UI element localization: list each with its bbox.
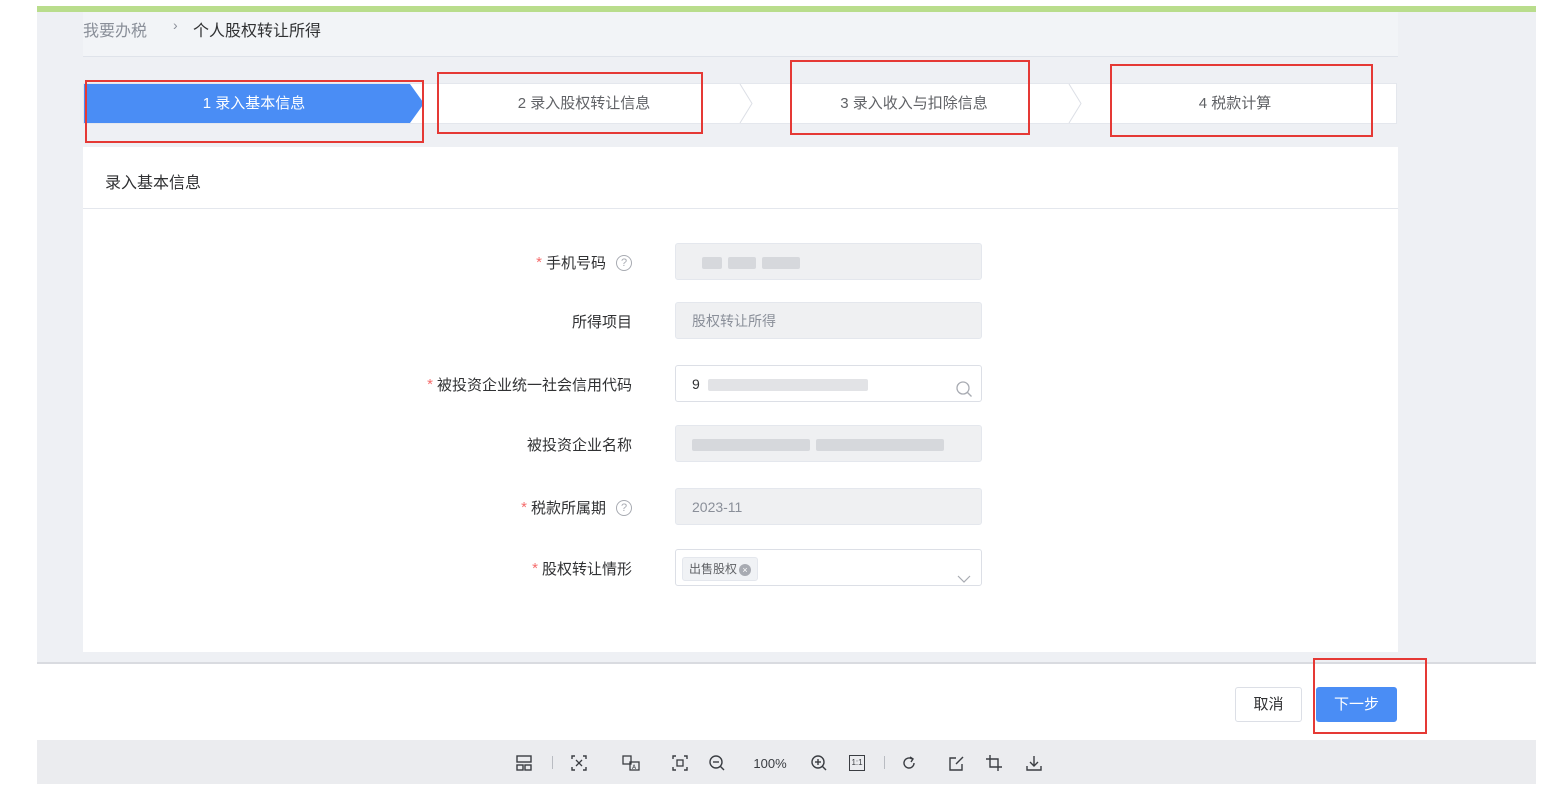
masked-value xyxy=(702,257,722,270)
masked-value xyxy=(728,257,756,270)
tax-period-label: * 税款所属期 ? xyxy=(521,497,632,518)
selected-tag: 出售股权 × xyxy=(682,557,759,581)
image-viewer-toolbar: A 100% 1:1 xyxy=(37,740,1536,784)
actual-size-icon[interactable]: 1:1 xyxy=(847,753,867,773)
required-mark: * xyxy=(532,560,538,577)
selected-tag-label: 出售股权 xyxy=(689,562,738,576)
income-item-label: 所得项目 xyxy=(572,311,632,332)
form-row-income-item: 所得项目 股权转让所得 xyxy=(83,302,1398,339)
masked-value xyxy=(762,257,800,270)
card-divider xyxy=(83,208,1398,209)
rotate-icon[interactable] xyxy=(899,753,919,773)
tax-period-label-text: 税款所属期 xyxy=(530,500,606,517)
text-extract-icon[interactable] xyxy=(569,753,589,773)
layout-icon[interactable] xyxy=(514,753,534,773)
toolbar-separator xyxy=(884,756,885,769)
translate-icon[interactable]: A xyxy=(621,753,641,773)
income-item-label-text: 所得项目 xyxy=(571,314,632,331)
step-2-equity-transfer-info[interactable]: 2 录入股权转让信息 xyxy=(424,84,744,123)
form-row-transfer-type: * 股权转让情形 出售股权 × xyxy=(83,549,1398,586)
company-name-field xyxy=(675,425,982,462)
credit-code-label: * 被投资企业统一社会信用代码 xyxy=(427,374,632,395)
fit-screen-icon[interactable] xyxy=(670,753,690,773)
zoom-level: 100% xyxy=(753,755,787,771)
edit-icon[interactable] xyxy=(947,753,967,773)
masked-value xyxy=(707,379,868,392)
required-mark: * xyxy=(427,376,433,393)
masked-value xyxy=(816,439,944,452)
tax-period-field: 2023-11 xyxy=(675,488,982,525)
transfer-type-label: * 股权转让情形 xyxy=(532,558,632,579)
phone-label-text: 手机号码 xyxy=(545,255,606,272)
cancel-button[interactable]: 取消 xyxy=(1235,687,1302,722)
tag-close-icon[interactable]: × xyxy=(739,563,752,576)
income-item-field: 股权转让所得 xyxy=(675,302,982,339)
help-icon[interactable]: ? xyxy=(616,254,632,271)
company-name-label-text: 被投资企业名称 xyxy=(526,437,632,454)
toolbar-separator xyxy=(552,756,553,769)
step-progress-bar: 1 录入基本信息 2 录入股权转让信息 3 录入收入与扣除信息 4 税款计算 xyxy=(83,83,1397,124)
step-3-income-deduction-info[interactable]: 3 录入收入与扣除信息 xyxy=(749,84,1079,123)
breadcrumb: 我要办税 › 个人股权转让所得 xyxy=(83,12,1398,57)
credit-code-label-text: 被投资企业统一社会信用代码 xyxy=(436,377,632,394)
transfer-type-label-text: 股权转让情形 xyxy=(541,561,632,578)
company-name-label: 被投资企业名称 xyxy=(527,434,632,455)
masked-value xyxy=(692,439,810,452)
breadcrumb-current: 个人股权转让所得 xyxy=(193,23,322,40)
help-icon[interactable]: ? xyxy=(616,499,632,516)
form-row-company-name: 被投资企业名称 xyxy=(83,425,1398,462)
step-4-tax-calculation[interactable]: 4 税款计算 xyxy=(1074,84,1396,123)
form-row-phone: * 手机号码 ? xyxy=(83,243,1398,280)
crop-icon[interactable] xyxy=(984,753,1004,773)
phone-field xyxy=(675,243,982,280)
footer-divider xyxy=(37,662,1536,664)
form-row-tax-period: * 税款所属期 ? 2023-11 xyxy=(83,488,1398,525)
required-mark: * xyxy=(521,499,527,516)
next-step-button[interactable]: 下一步 xyxy=(1316,687,1397,722)
breadcrumb-root-link[interactable]: 我要办税 xyxy=(83,17,147,41)
transfer-type-select[interactable]: 出售股权 × xyxy=(675,549,982,586)
form-row-credit-code: * 被投资企业统一社会信用代码 9 xyxy=(83,365,1398,402)
credit-code-input[interactable]: 9 xyxy=(675,365,982,402)
search-icon[interactable] xyxy=(955,375,973,397)
credit-code-value: 9 xyxy=(692,376,700,392)
zoom-out-icon[interactable] xyxy=(707,753,727,773)
breadcrumb-separator-icon: › xyxy=(173,17,178,33)
zoom-in-icon[interactable] xyxy=(809,753,829,773)
phone-label: * 手机号码 ? xyxy=(536,252,632,273)
download-icon[interactable] xyxy=(1024,753,1044,773)
card-title: 录入基本信息 xyxy=(105,175,202,192)
chevron-down-icon[interactable] xyxy=(957,562,971,583)
basic-info-card: 录入基本信息 * 手机号码 ? 所得项目 股权转让所得 * 被投资企业统一社会信… xyxy=(83,147,1398,652)
required-mark: * xyxy=(536,254,542,271)
step-1-basic-info[interactable]: 1 录入基本信息 xyxy=(84,84,424,123)
actual-size-label: 1:1 xyxy=(849,755,865,771)
